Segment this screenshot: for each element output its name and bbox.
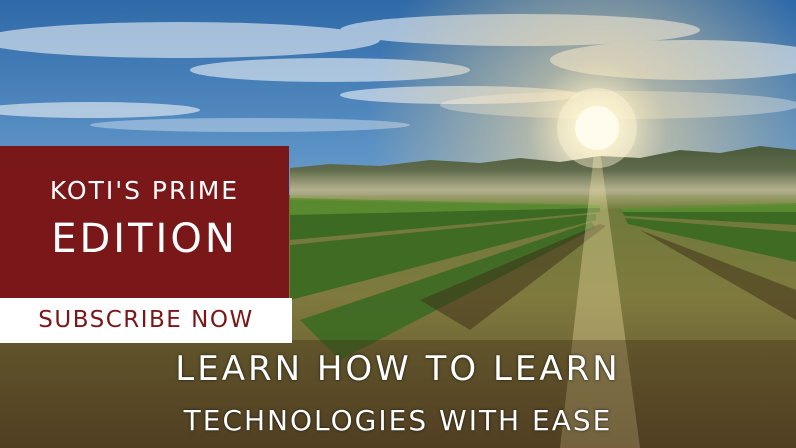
brand-name: KOTI'S PRIME xyxy=(49,176,240,205)
subscribe-now-button[interactable]: SUBSCRIBE NOW xyxy=(0,298,292,343)
brand-banner: KOTI'S PRIME EDITION xyxy=(0,146,289,298)
headline-line-2: TECHNOLOGIES WITH EASE xyxy=(183,404,613,437)
headline-line-1: LEARN HOW TO LEARN xyxy=(175,349,621,389)
brand-edition: EDITION xyxy=(51,216,238,262)
